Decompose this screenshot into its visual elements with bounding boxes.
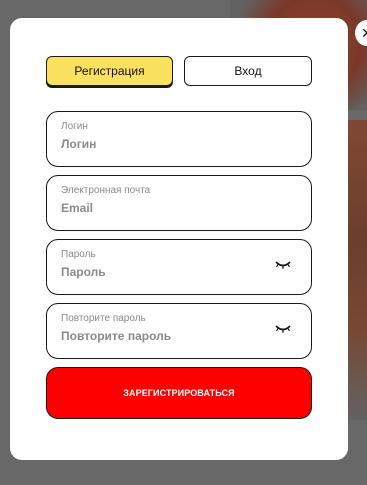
email-input[interactable]: Email	[61, 201, 93, 215]
register-submit-button[interactable]: ЗАРЕГИСТРИРОВАТЬСЯ	[46, 367, 312, 419]
password-repeat-field-label: Повторите пароль	[61, 313, 146, 324]
tab-register[interactable]: Регистрация	[46, 56, 173, 86]
password-field[interactable]: Пароль Пароль	[46, 239, 312, 295]
eye-closed-icon[interactable]	[275, 260, 291, 270]
login-input[interactable]: Логин	[61, 137, 96, 151]
password-input[interactable]: Пароль	[61, 265, 106, 279]
email-field-label: Электронная почта	[61, 185, 151, 196]
password-field-label: Пароль	[61, 249, 96, 260]
registration-modal: Регистрация Вход Логин Логин Электронная…	[10, 18, 348, 460]
tab-login[interactable]: Вход	[184, 56, 312, 86]
email-field[interactable]: Электронная почта Email	[46, 175, 312, 231]
password-repeat-field[interactable]: Повторите пароль Повторите пароль	[46, 303, 312, 359]
auth-tabs: Регистрация Вход	[46, 56, 312, 88]
login-field[interactable]: Логин Логин	[46, 111, 312, 167]
login-field-label: Логин	[61, 121, 88, 132]
eye-closed-icon[interactable]	[275, 324, 291, 334]
password-repeat-input[interactable]: Повторите пароль	[61, 329, 171, 343]
